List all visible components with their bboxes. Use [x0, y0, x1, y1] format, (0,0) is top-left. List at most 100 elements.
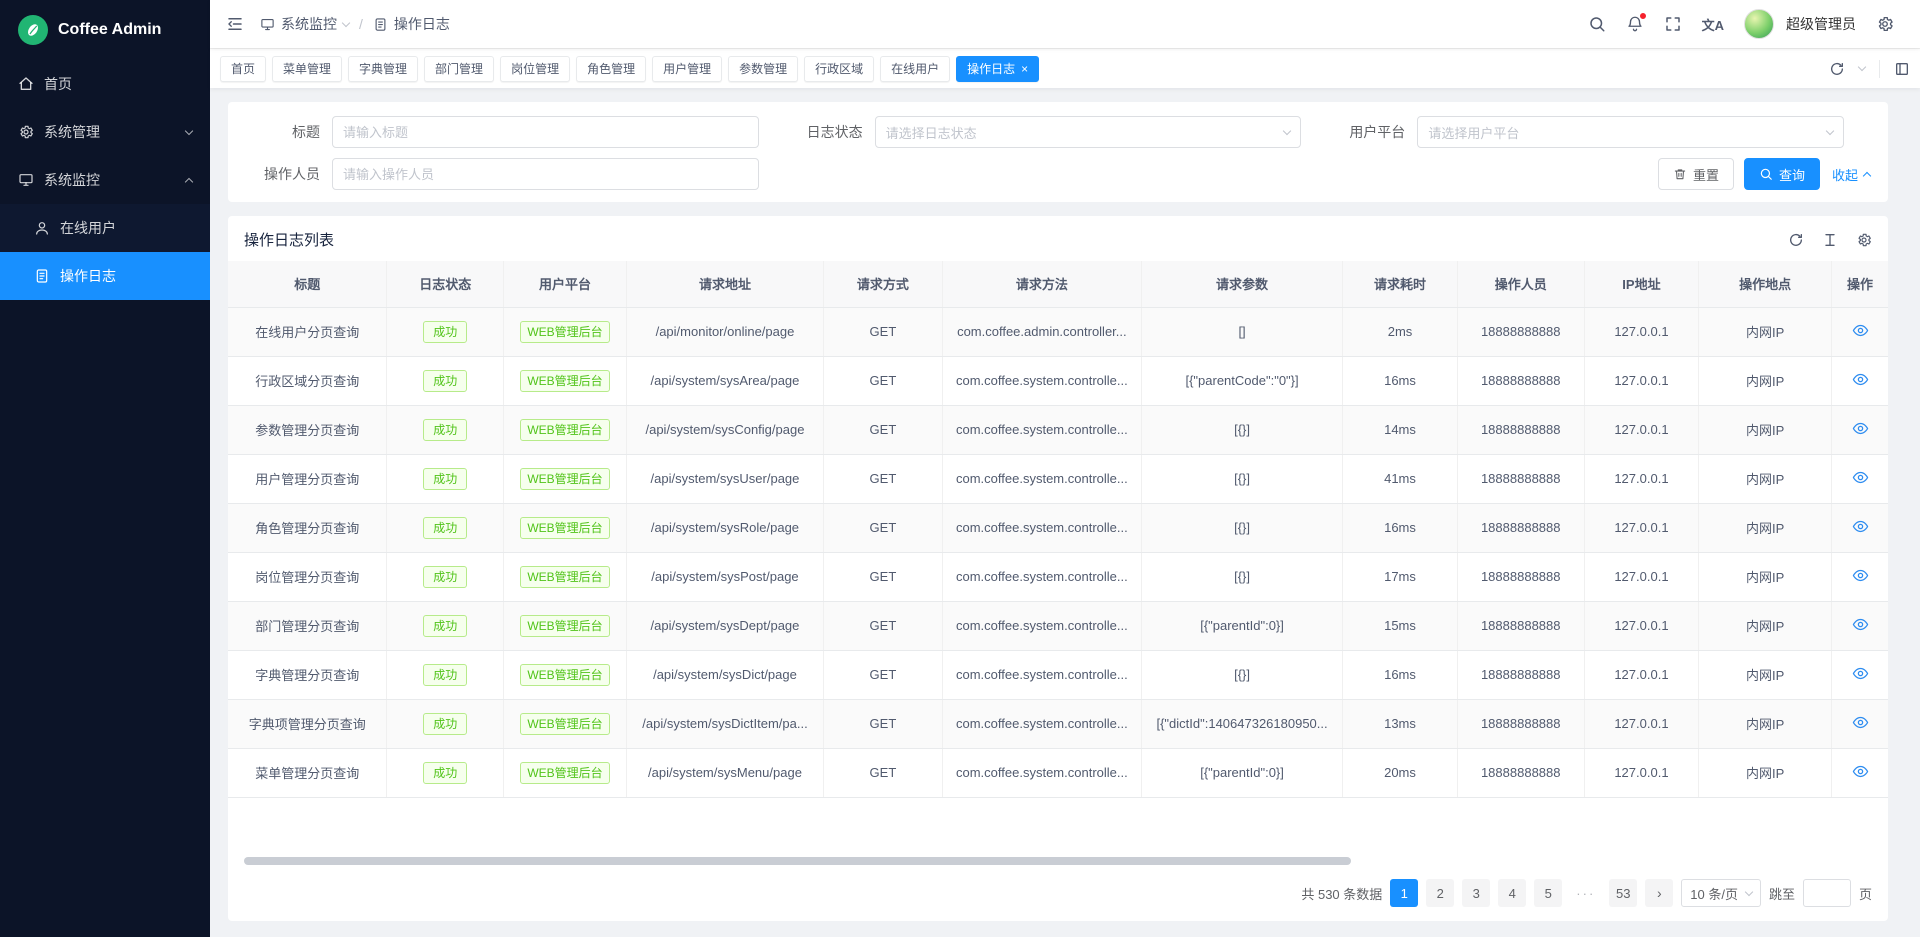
table-row[interactable]: 字典项管理分页查询 成功 WEB管理后台 /api/system/sysDict… — [228, 699, 1888, 748]
operator-input[interactable] — [332, 158, 759, 190]
view-detail-button[interactable] — [1852, 420, 1869, 437]
column-settings-icon[interactable] — [1856, 232, 1872, 248]
page-button[interactable]: ··· — [1570, 879, 1601, 907]
platform-badge: WEB管理后台 — [520, 321, 609, 343]
tab[interactable]: 部门管理 × — [424, 56, 494, 82]
table-row[interactable]: 字典管理分页查询 成功 WEB管理后台 /api/system/sysDict/… — [228, 650, 1888, 699]
view-detail-button[interactable] — [1852, 371, 1869, 388]
collapse-filters-button[interactable]: 收起 — [1830, 158, 1872, 190]
fullscreen-button[interactable] — [1664, 15, 1682, 33]
avatar[interactable] — [1744, 9, 1774, 39]
cell-ip: 127.0.0.1 — [1584, 356, 1699, 405]
view-detail-button[interactable] — [1852, 616, 1869, 633]
search-button[interactable] — [1588, 15, 1606, 33]
sidebar-item-home[interactable]: 首页 — [0, 60, 210, 108]
cell-status: 成功 — [387, 699, 504, 748]
tab[interactable]: 角色管理 × — [576, 56, 646, 82]
page-button[interactable]: 1 — [1390, 879, 1418, 907]
sidebar-item-system-mgmt[interactable]: 系统管理 — [0, 108, 210, 156]
view-detail-button[interactable] — [1852, 763, 1869, 780]
breadcrumb-item-operation-log[interactable]: 操作日志 — [373, 14, 450, 34]
horizontal-scrollbar[interactable] — [244, 857, 1872, 865]
table-row[interactable]: 岗位管理分页查询 成功 WEB管理后台 /api/system/sysPost/… — [228, 552, 1888, 601]
tab[interactable]: 在线用户 × — [880, 56, 950, 82]
cell-request-params: [{}] — [1141, 503, 1342, 552]
filter-operator-label: 操作人员 — [244, 164, 332, 184]
language-button[interactable]: 文A — [1702, 15, 1724, 34]
table-row[interactable]: 参数管理分页查询 成功 WEB管理后台 /api/system/sysConfi… — [228, 405, 1888, 454]
cell-request-function: com.coffee.system.controlle... — [942, 699, 1141, 748]
menu-fold-icon — [226, 15, 244, 33]
user-platform-placeholder: 请选择用户平台 — [1428, 123, 1827, 142]
sidebar-item-online-users[interactable]: 在线用户 — [0, 204, 210, 252]
scrollbar-thumb[interactable] — [244, 857, 1351, 865]
refresh-icon[interactable] — [1788, 232, 1804, 248]
fullscreen-icon — [1664, 15, 1682, 33]
tab[interactable]: 菜单管理 × — [272, 56, 342, 82]
sidebar-item-label: 系统监控 — [44, 170, 100, 190]
page-button[interactable]: 3 — [1462, 879, 1490, 907]
page-button[interactable]: 53 — [1609, 879, 1637, 907]
cell-status: 成功 — [387, 748, 504, 797]
table-row[interactable]: 用户管理分页查询 成功 WEB管理后台 /api/system/sysUser/… — [228, 454, 1888, 503]
notification-dot — [1639, 12, 1647, 20]
breadcrumb-item-monitor[interactable]: 系统监控 — [260, 14, 349, 34]
jump-page-input[interactable] — [1803, 879, 1851, 907]
cell-request-params: [{}] — [1141, 405, 1342, 454]
tab[interactable]: 字典管理 × — [348, 56, 418, 82]
cell-title: 参数管理分页查询 — [228, 405, 387, 454]
tab[interactable]: 首页 × — [220, 56, 266, 82]
cell-title: 行政区域分页查询 — [228, 356, 387, 405]
tab[interactable]: 行政区域 × — [804, 56, 874, 82]
view-detail-button[interactable] — [1852, 469, 1869, 486]
view-detail-button[interactable] — [1852, 714, 1869, 731]
reset-button[interactable]: 重置 — [1658, 158, 1734, 190]
cell-platform: WEB管理后台 — [504, 307, 627, 356]
menu-fold-button[interactable] — [226, 15, 244, 33]
cell-status: 成功 — [387, 405, 504, 454]
home-icon — [18, 76, 34, 92]
tab[interactable]: 用户管理 × — [652, 56, 722, 82]
table-row[interactable]: 菜单管理分页查询 成功 WEB管理后台 /api/system/sysMenu/… — [228, 748, 1888, 797]
tab[interactable]: 参数管理 × — [728, 56, 798, 82]
view-detail-button[interactable] — [1852, 322, 1869, 339]
table-row[interactable]: 行政区域分页查询 成功 WEB管理后台 /api/system/sysArea/… — [228, 356, 1888, 405]
reset-button-label: 重置 — [1693, 165, 1719, 184]
page-button[interactable]: 2 — [1426, 879, 1454, 907]
tab-label: 在线用户 — [891, 60, 939, 77]
row-height-icon[interactable] — [1822, 232, 1838, 248]
query-button[interactable]: 查询 — [1744, 158, 1820, 190]
page-button[interactable]: 4 — [1498, 879, 1526, 907]
current-user-name[interactable]: 超级管理员 — [1786, 14, 1856, 34]
page-button[interactable]: 5 — [1534, 879, 1562, 907]
cell-platform: WEB管理后台 — [504, 356, 627, 405]
table-row[interactable]: 部门管理分页查询 成功 WEB管理后台 /api/system/sysDept/… — [228, 601, 1888, 650]
user-platform-select[interactable]: 请选择用户平台 — [1417, 116, 1844, 148]
app-logo[interactable]: Coffee Admin — [0, 0, 210, 60]
sidebar-item-operation-log[interactable]: 操作日志 — [0, 252, 210, 300]
title-input[interactable] — [332, 116, 759, 148]
tab[interactable]: 操作日志 × — [956, 56, 1039, 82]
refresh-tab-button[interactable] — [1829, 61, 1845, 77]
tab-label: 参数管理 — [739, 60, 787, 77]
settings-button[interactable] — [1876, 15, 1894, 33]
table-row[interactable]: 在线用户分页查询 成功 WEB管理后台 /api/monitor/online/… — [228, 307, 1888, 356]
log-status-select[interactable]: 请选择日志状态 — [875, 116, 1302, 148]
tab[interactable]: 岗位管理 × — [500, 56, 570, 82]
user-icon — [34, 220, 50, 236]
table-row[interactable]: 角色管理分页查询 成功 WEB管理后台 /api/system/sysRole/… — [228, 503, 1888, 552]
gear-icon — [1876, 15, 1894, 33]
next-page-button[interactable]: › — [1645, 879, 1673, 907]
tab-close-icon[interactable]: × — [1021, 63, 1028, 75]
view-detail-button[interactable] — [1852, 518, 1869, 535]
tab-options-button[interactable] — [1859, 67, 1865, 70]
cell-status: 成功 — [387, 307, 504, 356]
expand-content-button[interactable] — [1894, 61, 1910, 77]
sidebar-item-system-monitor[interactable]: 系统监控 — [0, 156, 210, 204]
page-size-value: 10 条/页 — [1690, 884, 1738, 903]
notification-button[interactable] — [1626, 15, 1644, 33]
cell-duration: 16ms — [1343, 503, 1458, 552]
page-size-select[interactable]: 10 条/页 — [1681, 879, 1761, 907]
view-detail-button[interactable] — [1852, 567, 1869, 584]
view-detail-button[interactable] — [1852, 665, 1869, 682]
